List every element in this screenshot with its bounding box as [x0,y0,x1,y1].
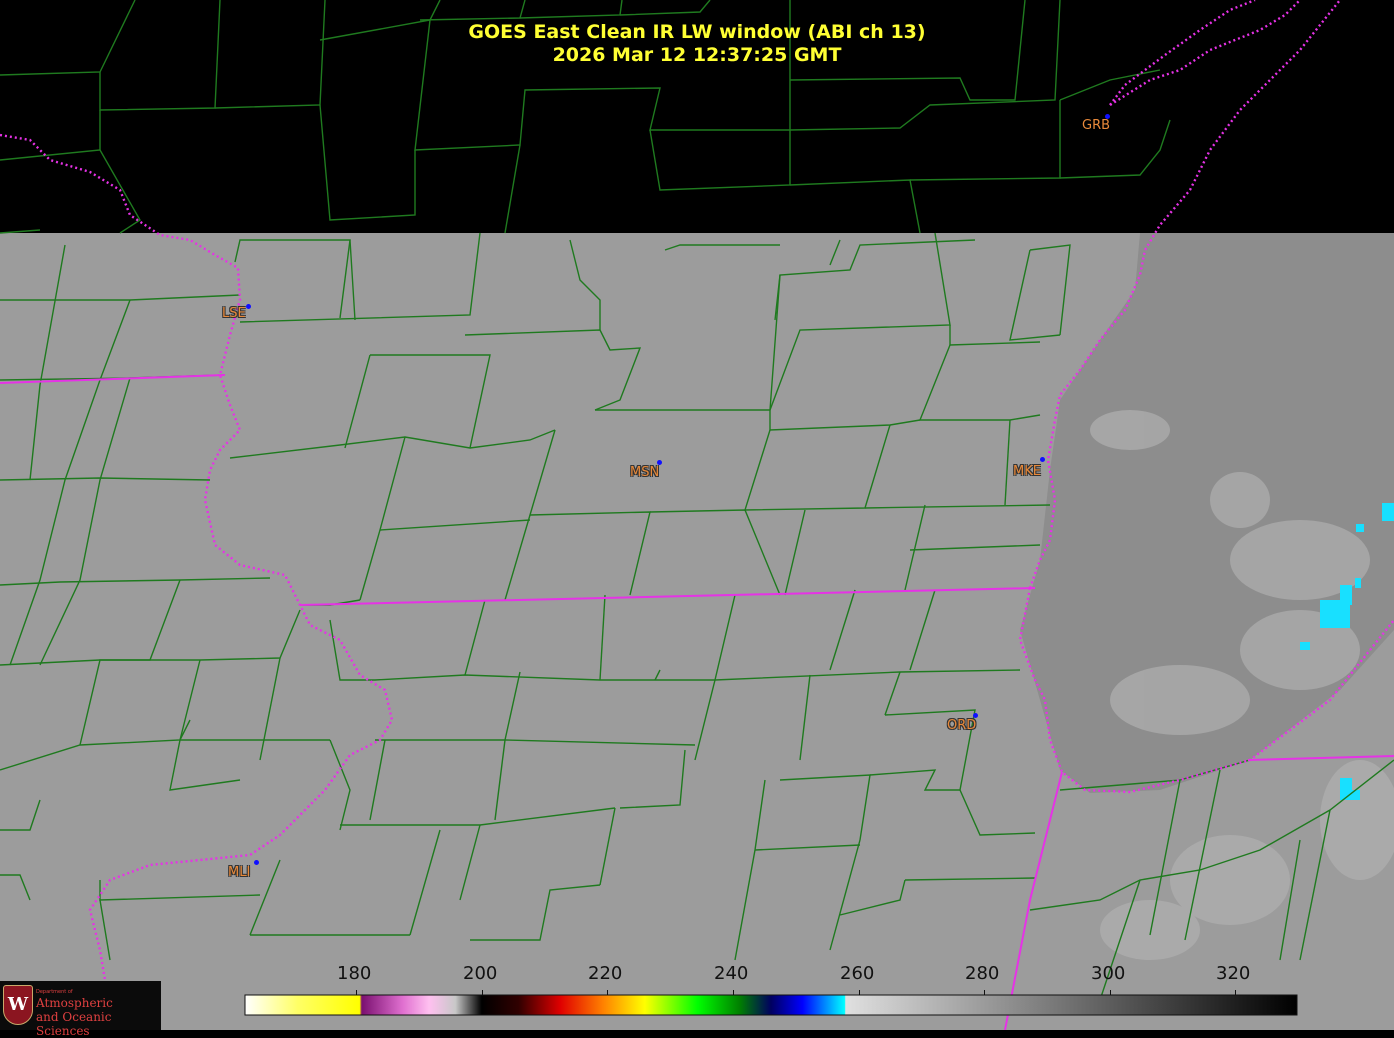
logo-line-2: and Oceanic Sciences [36,1010,112,1038]
station-label-mke: MKE [1013,464,1041,479]
station-marker-mke [1040,457,1045,462]
colorbar-tick-mark [1110,990,1111,995]
colorbar-tick-mark [356,990,357,995]
station-label-grb: GRB [1082,118,1111,133]
station-label-ord: ORD [947,718,977,733]
satellite-map [0,0,1394,1030]
station-label-lse: LSE [222,306,246,321]
aos-logo: W Department of Atmospheric and Oceanic … [0,981,161,1038]
logo-dept-line: Department of [36,989,73,995]
colorbar-tick-mark [984,990,985,995]
colorbar-tick-mark [482,990,483,995]
station-label-msn: MSN [630,465,660,480]
colorbar-tick-label: 260 [840,963,875,984]
colorbar-tick-mark [1235,990,1236,995]
station-marker-lse [246,304,251,309]
colorbar-tick-label: 240 [714,963,749,984]
station-label-mli: MLI [228,865,251,880]
logo-line-1: Atmospheric [36,996,113,1010]
colorbar [244,994,1298,1016]
colorbar-tick-label: 320 [1216,963,1251,984]
colorbar-tick-label: 220 [588,963,623,984]
colorbar-tick-mark [859,990,860,995]
colorbar-tick-label: 180 [337,963,372,984]
title-line-1: GOES East Clean IR LW window (ABI ch 13) [468,21,926,43]
colorbar-tick-label: 300 [1091,963,1126,984]
title-line-2: 2026 Mar 12 12:37:25 GMT [552,44,842,66]
station-marker-mli [254,860,259,865]
colorbar-tick-mark [733,990,734,995]
colorbar-tick-mark [607,990,608,995]
colorbar-tick-label: 280 [965,963,1000,984]
uw-crest-icon: W [3,985,33,1025]
colorbar-tick-label: 200 [463,963,498,984]
